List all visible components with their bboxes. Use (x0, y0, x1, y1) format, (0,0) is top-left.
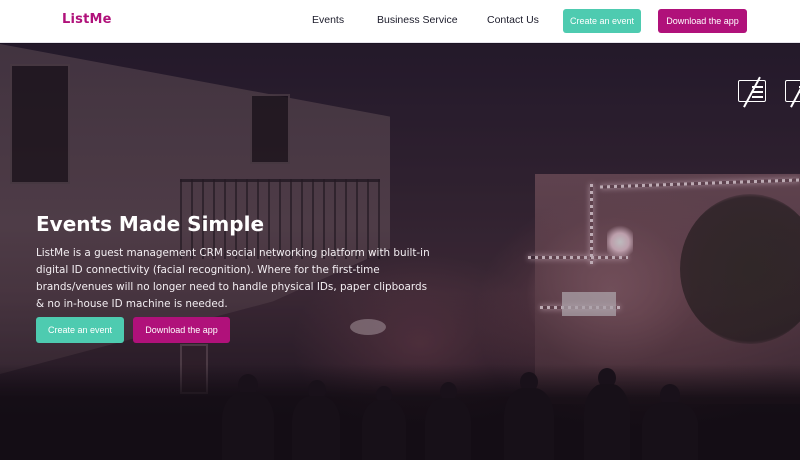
hero-create-event-button[interactable]: Create an event (36, 317, 124, 343)
hero-description: ListMe is a guest management CRM social … (36, 247, 430, 310)
no-id-card-icon (785, 76, 800, 108)
nav-link-contact-us[interactable]: Contact Us (487, 14, 539, 26)
hero-section: Events Made Simple ListMe is a guest man… (0, 44, 800, 460)
listme-logo[interactable]: ListMe (62, 12, 112, 27)
nav-link-events[interactable]: Events (312, 14, 344, 26)
hero-title: Events Made Simple (36, 212, 265, 236)
nav-create-event-button[interactable]: Create an event (563, 9, 641, 33)
top-navbar: ListMe Events Business Service Contact U… (0, 0, 800, 43)
no-id-card-icon (738, 76, 766, 108)
nav-link-business-service[interactable]: Business Service (377, 14, 458, 26)
hero-download-app-button[interactable]: Download the app (133, 317, 230, 343)
nav-download-app-button[interactable]: Download the app (658, 9, 747, 33)
